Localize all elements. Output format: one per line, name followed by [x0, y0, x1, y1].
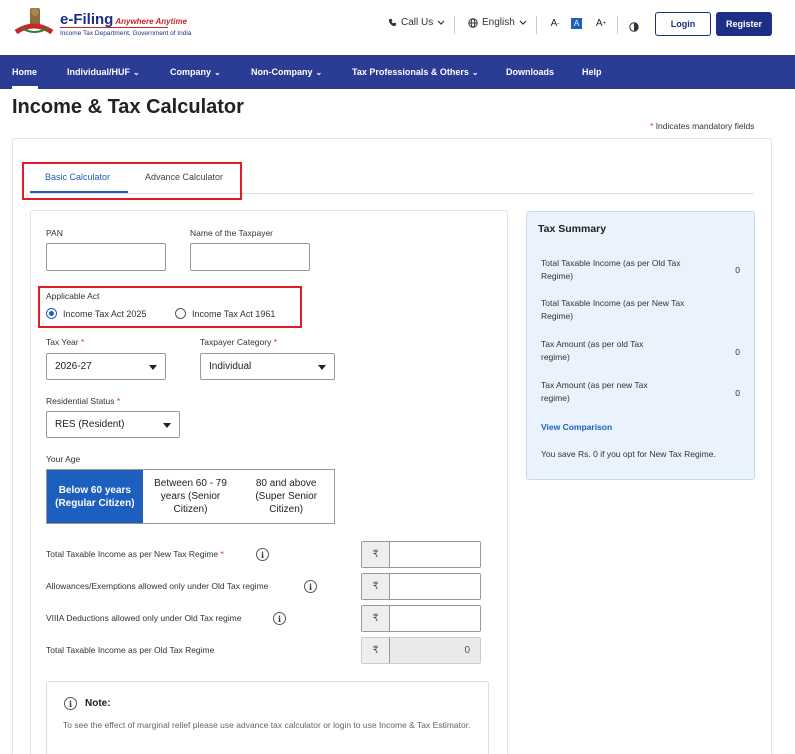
nav-company[interactable]: Company ⌄	[170, 55, 221, 89]
chevron-down-icon	[437, 20, 445, 25]
logo-divider	[60, 27, 168, 28]
phone-icon	[388, 18, 397, 27]
caret-down-icon	[149, 365, 157, 370]
rupee-icon: ₹	[362, 574, 390, 599]
rupee-icon: ₹	[362, 606, 390, 631]
nav-non-company[interactable]: Non-Company ⌄	[251, 55, 322, 89]
header-divider	[454, 16, 455, 34]
info-icon[interactable]: i	[304, 580, 317, 593]
nav-help[interactable]: Help	[582, 55, 602, 89]
age-option-80-above[interactable]: 80 and above (Super Senior Citizen)	[238, 470, 334, 523]
age-option-below-60[interactable]: Below 60 years (Regular Citizen)	[47, 470, 143, 523]
emblem-logo	[12, 6, 56, 40]
header-divider	[536, 16, 537, 34]
register-button[interactable]: Register	[716, 12, 772, 36]
tax-year-label: Tax Year *	[46, 337, 85, 347]
main-nav: Home Individual/HUF ⌄ Company ⌄ Non-Compan…	[0, 55, 795, 89]
deductions-value[interactable]	[390, 606, 480, 631]
info-icon[interactable]: i	[256, 548, 269, 561]
residential-status-select[interactable]: RES (Resident)	[46, 411, 180, 438]
chevron-down-icon: ⌄	[471, 67, 479, 77]
summary-row-label: Total Taxable Income (as per Old Tax Reg…	[541, 258, 681, 282]
tax-year-select[interactable]: 2026-27	[46, 353, 166, 380]
site-subtitle: Income Tax Department, Government of Ind…	[60, 30, 192, 37]
caret-down-icon	[163, 423, 171, 428]
allowances-label: Allowances/Exemptions allowed only under…	[46, 581, 269, 591]
globe-icon	[468, 17, 478, 28]
act-option-1961[interactable]: Income Tax Act 1961	[175, 308, 275, 319]
rupee-icon: ₹	[362, 542, 390, 567]
allowances-value[interactable]	[390, 574, 480, 599]
income-new-regime-value[interactable]	[390, 542, 480, 567]
font-decrease-button[interactable]: A-	[548, 16, 562, 31]
deductions-label: VIIIA Deductions allowed only under Old …	[46, 613, 242, 623]
caret-down-icon	[318, 365, 326, 370]
summary-row-value: 0	[735, 388, 740, 398]
rupee-icon: ₹	[362, 638, 390, 663]
font-normal-button[interactable]: A	[571, 18, 582, 29]
savings-text: You save Rs. 0 if you opt for New Tax Re…	[541, 449, 716, 459]
view-comparison-link[interactable]: View Comparison	[541, 422, 612, 432]
nav-downloads[interactable]: Downloads	[506, 55, 554, 89]
info-icon[interactable]: i	[273, 612, 286, 625]
summary-row-label: Total Taxable Income (as per New Tax Reg…	[541, 298, 685, 322]
nav-active-indicator	[12, 86, 38, 89]
login-button[interactable]: Login	[655, 12, 711, 36]
taxpayer-name-input[interactable]	[190, 243, 310, 271]
nav-tax-professionals[interactable]: Tax Professionals & Others ⌄	[352, 55, 479, 89]
taxpayer-category-label: Taxpayer Category *	[200, 337, 278, 347]
radio-unselected-icon[interactable]	[175, 308, 186, 319]
summary-row-label: Tax Amount (as per new Tax regime)	[541, 380, 648, 404]
contrast-icon[interactable]	[629, 19, 639, 37]
summary-row-value: 0	[735, 347, 740, 357]
taxpayer-category-select[interactable]: Individual	[200, 353, 335, 380]
nav-home[interactable]: Home	[12, 55, 37, 89]
income-new-regime-label: Total Taxable Income as per New Tax Regi…	[46, 549, 224, 559]
income-old-regime-value: 0	[390, 638, 480, 663]
radio-selected-icon[interactable]	[46, 308, 57, 319]
residential-status-label: Residential Status *	[46, 396, 121, 406]
income-new-regime-input[interactable]: ₹	[361, 541, 481, 568]
tax-summary-title: Tax Summary	[538, 223, 607, 235]
chevron-down-icon: ⌄	[315, 67, 323, 77]
allowances-input[interactable]: ₹	[361, 573, 481, 600]
age-selector: Below 60 years (Regular Citizen) Between…	[46, 469, 335, 524]
act-option-2025[interactable]: Income Tax Act 2025	[46, 308, 146, 319]
summary-row-value: 0	[735, 265, 740, 275]
income-old-regime-label: Total Taxable Income as per Old Tax Regi…	[46, 645, 215, 655]
age-label: Your Age	[46, 454, 81, 464]
pan-label: PAN	[46, 228, 63, 238]
header-divider	[617, 16, 618, 34]
nav-individual-huf[interactable]: Individual/HUF ⌄	[67, 55, 140, 89]
chevron-down-icon: ⌄	[133, 67, 140, 77]
info-icon: i	[64, 697, 77, 710]
language-dropdown[interactable]: English	[468, 17, 527, 28]
chevron-down-icon	[519, 20, 527, 25]
page-title: Income & Tax Calculator	[12, 96, 244, 118]
age-option-60-79[interactable]: Between 60 - 79 years (Senior Citizen)	[143, 470, 239, 523]
note-text: To see the effect of marginal relief ple…	[63, 720, 471, 730]
applicable-act-label: Applicable Act	[46, 291, 100, 301]
summary-row-label: Tax Amount (as per old Tax regime)	[541, 339, 644, 363]
site-tagline: Anywhere Anytime	[115, 17, 188, 26]
chevron-down-icon: ⌄	[214, 67, 221, 77]
site-title[interactable]: e-Filing Anywhere Anytime	[60, 11, 187, 28]
call-us-dropdown[interactable]: Call Us	[388, 17, 445, 28]
income-old-regime-input: ₹ 0	[361, 637, 481, 664]
font-increase-button[interactable]: A +	[594, 16, 608, 31]
note-box	[46, 681, 489, 754]
deductions-input[interactable]: ₹	[361, 605, 481, 632]
pan-input[interactable]	[46, 243, 166, 271]
note-title: i Note:	[64, 697, 111, 710]
mandatory-note: * Indicates mandatory fields	[650, 121, 755, 131]
taxpayer-name-label: Name of the Taxpayer	[190, 228, 273, 238]
tabs-highlight-box	[22, 162, 242, 200]
